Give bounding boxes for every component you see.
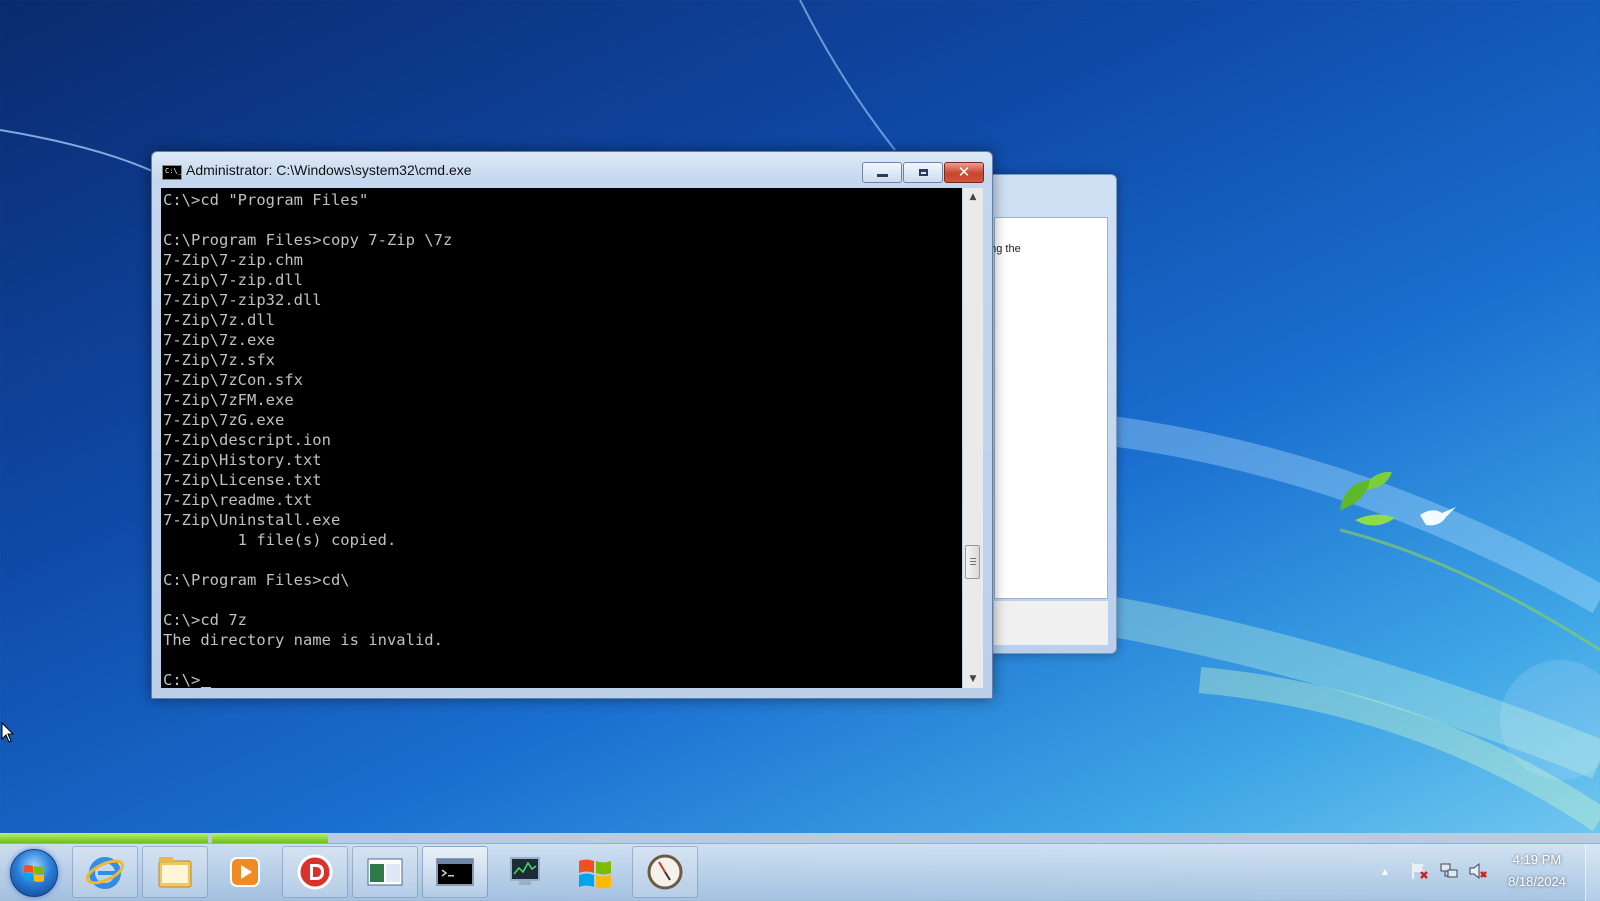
progress-fill-1 [0,833,208,843]
clock-date: 8/18/2024 [1508,874,1566,889]
console-line: 7-Zip\readme.txt [163,491,313,509]
taskbar-ie-button[interactable] [72,846,138,898]
scroll-down-arrow-icon[interactable]: ▼ [963,670,983,688]
taskbar: ▲ 4:19 PM 8/18/2024 [0,843,1600,901]
window-titlebar[interactable]: C:\_ Administrator: C:\Windows\system32\… [152,152,992,186]
clock-time: 4:19 PM [1512,852,1562,867]
scroll-thumb[interactable] [965,545,980,579]
file-explorer-icon [158,857,192,888]
command-prompt-icon [436,858,474,886]
windows-logo-icon [24,865,44,882]
close-button[interactable]: ✕ [944,162,984,183]
console-line: 7-Zip\7z.exe [163,331,275,349]
console-line: 7-Zip\7z.dll [163,311,275,329]
taskbar-explorer-button[interactable] [142,846,208,898]
taskbar-d-app-button[interactable] [282,846,348,898]
console-line: The directory name is invalid. [163,631,443,649]
panel-window-icon [367,858,403,886]
console-output[interactable]: C:\>cd "Program Files" C:\Program Files>c… [161,188,962,688]
background-dialog-body [994,217,1108,599]
action-center-flag-icon[interactable] [1410,861,1430,881]
cmd-icon[interactable]: C:\_ [162,165,182,180]
console-line: 7-Zip\License.txt [163,471,322,489]
task-manager-icon [510,857,540,885]
vertical-scrollbar[interactable]: ▲ ▼ [963,188,983,688]
taskbar-task-manager-button[interactable] [492,846,558,898]
maximize-button[interactable] [903,162,943,183]
command-prompt-window[interactable]: C:\_ Administrator: C:\Windows\system32\… [151,151,993,699]
system-tray: ▲ 4:19 PM 8/18/2024 [1372,844,1600,901]
console-line: 1 file(s) copied. [163,531,397,549]
taskbar-cmd-button[interactable] [422,846,488,898]
taskbar-clock-app-button[interactable] [632,846,698,898]
console-line: 7-Zip\History.txt [163,451,322,469]
minimize-icon [876,174,888,177]
console-line: 7-Zip\7-zip.dll [163,271,303,289]
console-line: C:\>cd "Program Files" [163,191,369,209]
maximize-icon [918,169,928,176]
mouse-cursor-icon [1,722,15,743]
d-app-icon [297,854,333,890]
media-player-icon [230,857,260,887]
taskbar-windows-update-button[interactable] [562,846,628,898]
taskbar-panel-button[interactable] [352,846,418,898]
window-title: Administrator: C:\Windows\system32\cmd.e… [186,162,472,178]
background-dialog-footer [994,601,1108,645]
console-line: 7-Zip\Uninstall.exe [163,511,341,529]
clock-app-icon [647,854,683,890]
console-lines: C:\>cd "Program Files" C:\Program Files>c… [161,188,962,688]
scroll-up-arrow-icon[interactable]: ▲ [963,188,983,206]
console-line: 7-Zip\7-zip.chm [163,251,303,269]
progress-strip [0,833,1600,843]
console-line: 7-Zip\7-zip32.dll [163,291,322,309]
text-cursor [201,687,212,688]
cmd-icon-text: C:\_ [165,167,182,175]
console-line: 7-Zip\descript.ion [163,431,331,449]
progress-fill-2 [212,833,328,843]
network-icon[interactable] [1439,861,1459,881]
close-icon: ✕ [957,163,971,181]
windows-update-icon [579,859,611,889]
show-hidden-icons-button[interactable]: ▲ [1375,861,1395,881]
internet-explorer-icon [85,857,125,889]
console-line: C:\>cd 7z [163,611,247,629]
console-line: 7-Zip\7z.sfx [163,351,275,369]
console-line: C:\Program Files>cd\ [163,571,350,589]
console-line: C:\> [163,670,962,688]
minimize-button[interactable] [862,162,902,183]
show-desktop-button[interactable] [1585,844,1600,901]
background-dialog-window[interactable]: ring the [975,174,1117,654]
taskbar-media-player-button[interactable] [212,846,278,898]
taskbar-clock[interactable]: 4:19 PM 8/18/2024 [1497,849,1577,893]
volume-muted-icon[interactable] [1468,861,1488,881]
console-line: 7-Zip\7zG.exe [163,411,285,429]
console-line: 7-Zip\7zCon.sfx [163,371,303,389]
console-line: C:\Program Files>copy 7-Zip \7z [163,231,453,249]
start-button[interactable] [10,849,58,897]
console-line: 7-Zip\7zFM.exe [163,391,294,409]
